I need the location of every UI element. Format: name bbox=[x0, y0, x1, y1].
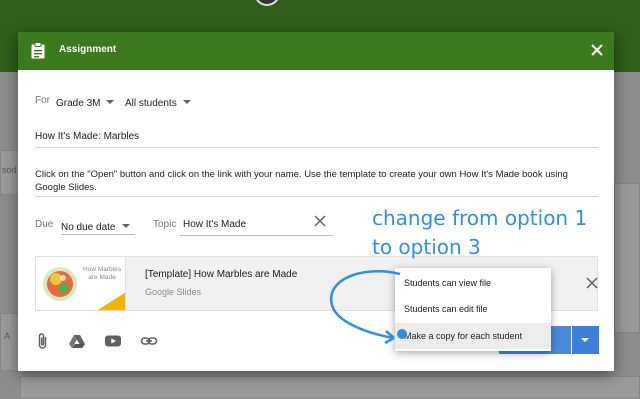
thumbnail-title: How Marbles are Made bbox=[83, 266, 121, 281]
assign-options-button[interactable] bbox=[572, 326, 599, 354]
attachment-title[interactable]: [Template] How Marbles are Made bbox=[145, 269, 297, 280]
topic-input[interactable]: How It's Made bbox=[183, 219, 246, 230]
background-card bbox=[614, 183, 640, 333]
chevron-down-icon bbox=[182, 99, 191, 104]
assignment-icon bbox=[31, 42, 45, 59]
link-icon[interactable] bbox=[140, 332, 158, 350]
annotation-line-2: to option 3 bbox=[372, 235, 481, 259]
annotation-arrow bbox=[330, 269, 407, 345]
topic-underline bbox=[180, 235, 333, 236]
background-card bbox=[20, 376, 640, 399]
remove-attachment-icon[interactable] bbox=[586, 277, 598, 289]
clear-topic-icon[interactable] bbox=[314, 215, 326, 227]
file-sharing-menu: Students can view file Students can edit… bbox=[395, 268, 551, 351]
youtube-icon[interactable] bbox=[104, 332, 122, 350]
close-icon[interactable] bbox=[589, 42, 605, 58]
due-label: Due bbox=[35, 219, 54, 230]
class-selector-value: Grade 3M bbox=[56, 98, 101, 109]
topic-label: Topic bbox=[153, 219, 177, 230]
dialog-header: Assignment bbox=[18, 32, 614, 70]
instructions-input[interactable]: Click on the "Open" button and click on … bbox=[35, 168, 595, 194]
background-card bbox=[0, 313, 20, 371]
background-text: sod bbox=[2, 165, 17, 175]
menu-item-view-file[interactable]: Students can view file bbox=[395, 270, 551, 296]
google-drive-icon[interactable] bbox=[68, 332, 86, 350]
annotation-line-1: change from option 1 bbox=[372, 206, 588, 230]
chevron-down-icon bbox=[106, 99, 115, 104]
chevron-down-icon bbox=[581, 338, 589, 342]
students-selector-value: All students bbox=[125, 98, 177, 109]
attach-file-icon[interactable] bbox=[34, 332, 52, 350]
slides-thumbnail-image bbox=[43, 267, 125, 310]
dialog-title: Assignment bbox=[59, 44, 117, 55]
attachment-type: Google Slides bbox=[145, 287, 202, 297]
attachment-thumbnail: How Marbles are Made bbox=[36, 257, 126, 310]
class-selector[interactable]: Grade 3M bbox=[56, 93, 115, 109]
title-underline bbox=[35, 147, 598, 148]
assignment-title-input[interactable]: How It's Made: Marbles bbox=[35, 131, 139, 142]
chevron-down-icon bbox=[121, 223, 130, 228]
background-text: A bbox=[4, 331, 11, 341]
for-label: For bbox=[35, 95, 50, 106]
due-date-value: No due date bbox=[61, 222, 116, 233]
due-date-selector[interactable]: No due date bbox=[61, 217, 135, 235]
instructions-underline bbox=[35, 196, 598, 197]
students-selector[interactable]: All students bbox=[125, 93, 191, 109]
menu-item-copy-each-student[interactable]: Make a copy for each student bbox=[395, 323, 551, 349]
menu-item-edit-file[interactable]: Students can edit file bbox=[395, 296, 551, 322]
